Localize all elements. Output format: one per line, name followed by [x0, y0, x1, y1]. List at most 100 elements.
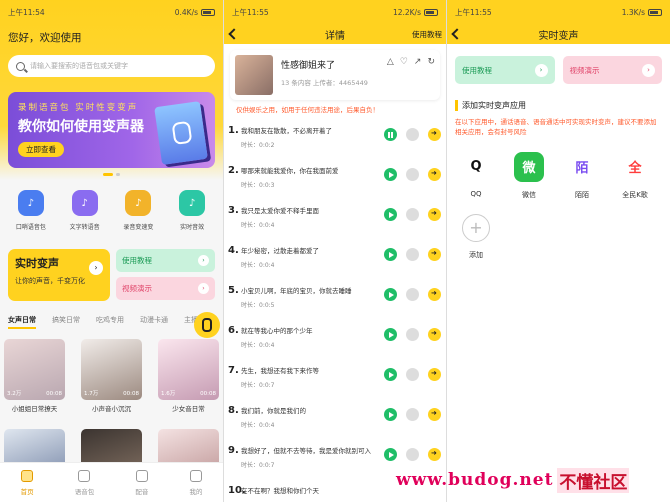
pack-thumbnail: 3.2万 00:08 — [4, 339, 65, 400]
favorite-icon[interactable] — [406, 328, 419, 341]
watermark: www.budog.net 不懂社区 — [396, 467, 630, 493]
app-wechat[interactable]: 微微信 — [508, 151, 550, 200]
item-duration: 时长：0:0:4 — [241, 262, 275, 269]
section-title: 添加实时变声应用 — [455, 100, 662, 111]
voice-pack-item[interactable]: 3.2万 00:08 小姐姐日常撩天 — [4, 339, 65, 413]
favorite-icon[interactable] — [406, 408, 419, 421]
banner-view-button[interactable]: 立即查看 — [18, 142, 64, 157]
feature-record[interactable]: ♪ 录音变速变 — [114, 190, 162, 231]
nav-item-3[interactable]: 我的 — [189, 469, 202, 496]
video-demo-button[interactable]: 视频演示 › — [116, 277, 215, 300]
tutorial-button[interactable]: 使用教程 › — [455, 56, 555, 84]
item-number: 1. — [228, 125, 239, 136]
audio-item[interactable]: 5. 小宝贝儿啊，年底的宝贝，你就去睡睡 时长：0:0:5 — [224, 280, 446, 320]
video-demo-button[interactable]: 视频演示 › — [562, 56, 662, 84]
promo-banner[interactable]: 录制语音包 实时性变变声 教你如何使用变声器 立即查看 — [8, 92, 215, 168]
audio-item[interactable]: 6. 就在等我心中的那个少年 时长：0:0:4 — [224, 320, 446, 360]
audio-item[interactable]: 1. 我和朋友在散散，不必离开着了 时长：0:0:2 — [224, 120, 446, 160]
like-icon[interactable]: ♡ — [400, 57, 408, 95]
play-icon[interactable] — [384, 328, 397, 341]
risk-note: 在以下应用中，通话语音、语音通话中可实现实时变声，建议不要添加相关应用，会有封号… — [455, 118, 657, 137]
audio-item[interactable]: 4. 年少秘密，过散走着都爱了 时长：0:0:4 — [224, 240, 446, 280]
back-icon[interactable] — [451, 28, 463, 40]
nav-label: 首页 — [20, 487, 34, 496]
app-kge[interactable]: 全全民K歌 — [614, 151, 656, 200]
tab-3[interactable]: 动漫卡通 — [140, 315, 168, 329]
share-icon[interactable] — [428, 208, 441, 221]
play-icon[interactable] — [384, 168, 397, 181]
share-icon[interactable] — [428, 448, 441, 461]
feature-cards: 实时变声 让你的声音，千变万化 › 使用教程 › 视频演示 › — [8, 249, 215, 301]
item-title: 我和朋友在散散，不必离开着了 — [241, 127, 332, 135]
audio-item[interactable]: 7. 先生，我想还有我下来作等 时长：0:0:7 — [224, 360, 446, 400]
add-app-button[interactable]: + 添加 — [455, 213, 497, 260]
back-icon[interactable] — [228, 28, 240, 40]
share-icon[interactable] — [428, 248, 441, 261]
page-title: 详情 — [325, 30, 345, 42]
pack-title: 性感御姐来了 — [281, 61, 336, 71]
play-icon[interactable] — [384, 248, 397, 261]
share-icon[interactable] — [428, 288, 441, 301]
realtime-voice-card[interactable]: 实时变声 让你的声音，千变万化 › — [8, 249, 110, 301]
star-icon: ♪ — [179, 190, 206, 216]
voice-pack-item[interactable]: 1.6万 00:08 少女音日常 — [158, 339, 219, 413]
search-bar[interactable]: 请输入要搜索的语音包或关键字 — [8, 55, 215, 77]
share-icon[interactable] — [428, 168, 441, 181]
tab-1[interactable]: 搞笑日常 — [52, 315, 80, 329]
play-icon[interactable] — [384, 448, 397, 461]
item-duration: 时长：0:0:4 — [241, 222, 275, 229]
add-label: 添加 — [469, 250, 483, 259]
watermark-brand: 不懂社区 — [557, 467, 630, 493]
battery-icon — [648, 8, 662, 16]
favorite-icon[interactable] — [406, 248, 419, 261]
status-bar: 上午11:54 0.4K/s — [0, 0, 223, 24]
share-icon[interactable]: ↗ — [414, 57, 422, 95]
item-title: 先生，我想还有我下来作等 — [241, 367, 319, 375]
favorite-icon[interactable] — [406, 168, 419, 181]
audio-item[interactable]: 8. 我们前，你就是我们的 时长：0:0:4 — [224, 400, 446, 440]
favorite-icon[interactable] — [406, 208, 419, 221]
pack-thumbnail: 1.6万 00:08 — [158, 339, 219, 400]
play-icon[interactable] — [384, 288, 397, 301]
chevron-right-icon: › — [642, 63, 655, 77]
tutorial-button[interactable]: 使用教程 › — [116, 249, 215, 272]
share-icon[interactable] — [428, 128, 441, 141]
voice-pack-item[interactable]: 1.7万 00:08 小声音小沉沉 — [81, 339, 142, 413]
tab-0[interactable]: 女声日常 — [8, 315, 36, 329]
item-title: 我们前，你就是我们的 — [241, 407, 306, 415]
item-title: 年少秘密，过散走着都爱了 — [241, 247, 319, 255]
feature-star[interactable]: ♪ 实时音效 — [168, 190, 216, 231]
favorite-icon[interactable] — [406, 128, 419, 141]
favorite-icon[interactable] — [406, 368, 419, 381]
chevron-right-icon: › — [89, 261, 103, 275]
feature-phone-audio[interactable]: ♪ 口哨语音包 — [7, 190, 55, 231]
mic-float-button[interactable] — [194, 312, 220, 338]
play-icon[interactable] — [384, 368, 397, 381]
item-title: 在不在啊？我想和你们个天 — [241, 487, 319, 495]
warning-icon[interactable]: △ — [387, 57, 394, 95]
tab-2[interactable]: 吃鸡专用 — [96, 315, 124, 329]
favorite-icon[interactable] — [406, 288, 419, 301]
nav-item-2[interactable]: 配音 — [135, 469, 148, 496]
audio-item[interactable]: 2. 哪那来就能我爱你，你在我面前爱 时长：0:0:3 — [224, 160, 446, 200]
app-momo[interactable]: 陌陌陌 — [561, 151, 603, 200]
tutorial-label: 使用教程 — [462, 65, 492, 75]
play-icon[interactable] — [384, 208, 397, 221]
detail-screen: 上午11:55 12.2K/s 详情 使用教程 性感御姐来了 13 条内容 上传… — [224, 0, 446, 502]
nav-item-0[interactable]: 首页 — [20, 469, 34, 496]
refresh-icon[interactable]: ↻ — [427, 57, 435, 95]
item-duration: 时长：0:0:3 — [241, 182, 275, 189]
share-icon[interactable] — [428, 408, 441, 421]
share-icon[interactable] — [428, 368, 441, 381]
favorite-icon[interactable] — [406, 448, 419, 461]
share-icon[interactable] — [428, 328, 441, 341]
pause-icon[interactable] — [384, 128, 397, 141]
bottom-nav: 首页 语音包 配音 我的 — [0, 462, 223, 502]
feature-text-speech[interactable]: ♪ 文字转语音 — [61, 190, 109, 231]
play-icon[interactable] — [384, 408, 397, 421]
tutorial-label: 使用教程 — [122, 256, 152, 265]
audio-item[interactable]: 3. 我只是太爱你爱不释手里面 时长：0:0:4 — [224, 200, 446, 240]
app-qq[interactable]: Q QQ — [455, 151, 497, 200]
tutorial-link[interactable]: 使用教程 — [412, 29, 442, 40]
nav-item-1[interactable]: 语音包 — [75, 469, 94, 496]
